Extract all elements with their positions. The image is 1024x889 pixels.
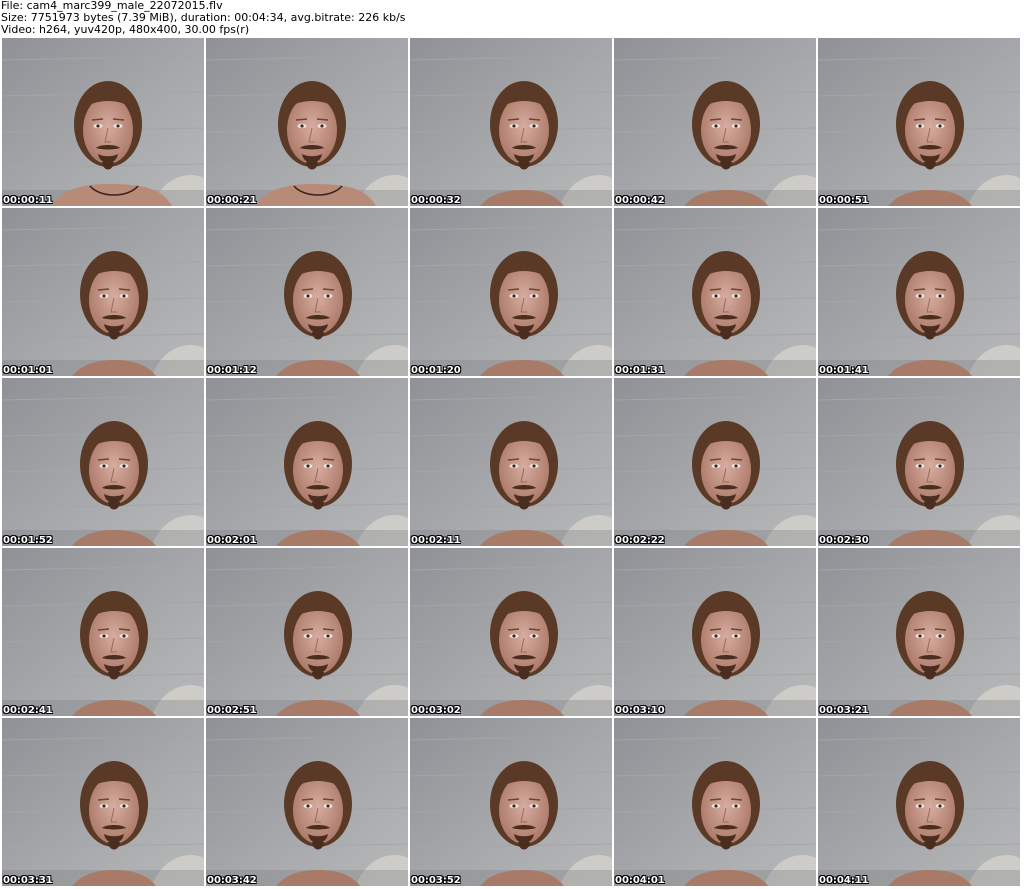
video-frame-image: [410, 38, 612, 206]
thumbnail-frame: 00:02:30: [818, 378, 1020, 546]
thumbnail-frame: 00:02:22: [614, 378, 816, 546]
thumbnail-timestamp: 00:02:41: [3, 705, 53, 716]
video-frame-image: [2, 548, 204, 716]
thumbnail-frame: 00:03:52: [410, 718, 612, 886]
thumbnail-frame: 00:01:31: [614, 208, 816, 376]
thumbnail-timestamp: 00:02:51: [207, 705, 257, 716]
thumbnail-timestamp: 00:03:10: [615, 705, 665, 716]
thumbnail-frame: 00:03:42: [206, 718, 408, 886]
thumbnail-frame: 00:00:32: [410, 38, 612, 206]
thumbnail-timestamp: 00:00:42: [615, 195, 665, 206]
thumbnail-timestamp: 00:02:01: [207, 535, 257, 546]
video-frame-image: [614, 378, 816, 546]
thumbnail-frame: 00:04:01: [614, 718, 816, 886]
thumbnail-timestamp: 00:01:52: [3, 535, 53, 546]
thumbnail-timestamp: 00:03:21: [819, 705, 869, 716]
video-frame-image: [2, 718, 204, 886]
video-frame-image: [614, 718, 816, 886]
video-frame-image: [410, 378, 612, 546]
video-frame-image: [206, 548, 408, 716]
thumbnail-frame: 00:02:01: [206, 378, 408, 546]
thumbnail-frame: 00:01:12: [206, 208, 408, 376]
video-frame-image: [410, 548, 612, 716]
thumbnail-timestamp: 00:00:32: [411, 195, 461, 206]
thumbnail-frame: 00:00:11: [2, 38, 204, 206]
thumbnail-frame: 00:03:10: [614, 548, 816, 716]
video-frame-image: [2, 208, 204, 376]
thumbnail-frame: 00:01:01: [2, 208, 204, 376]
video-info-line: Video: h264, yuv420p, 480x400, 30.00 fps…: [1, 23, 250, 36]
thumbnail-frame: 00:03:02: [410, 548, 612, 716]
file-info-header: File: cam4_marc399_male_22072015.flv Siz…: [0, 0, 1024, 38]
video-frame-image: [818, 378, 1020, 546]
thumbnail-timestamp: 00:04:01: [615, 875, 665, 886]
thumbnail-frame: 00:03:31: [2, 718, 204, 886]
thumbnail-grid: 00:00:11 00:00:21 00:00:32 00:00:42 00:0…: [0, 38, 1024, 889]
thumbnail-frame: 00:03:21: [818, 548, 1020, 716]
thumbnail-timestamp: 00:01:20: [411, 365, 461, 376]
video-frame-image: [614, 548, 816, 716]
thumbnail-timestamp: 00:01:31: [615, 365, 665, 376]
thumbnail-timestamp: 00:01:01: [3, 365, 53, 376]
video-frame-image: [206, 718, 408, 886]
thumbnail-timestamp: 00:00:21: [207, 195, 257, 206]
video-frame-image: [2, 38, 204, 206]
thumbnail-timestamp: 00:03:52: [411, 875, 461, 886]
thumbnail-timestamp: 00:01:41: [819, 365, 869, 376]
video-frame-image: [614, 38, 816, 206]
thumbnail-frame: 00:01:52: [2, 378, 204, 546]
video-frame-image: [614, 208, 816, 376]
thumbnail-timestamp: 00:02:11: [411, 535, 461, 546]
thumbnail-frame: 00:01:20: [410, 208, 612, 376]
thumbnail-timestamp: 00:03:02: [411, 705, 461, 716]
video-frame-image: [206, 38, 408, 206]
thumbnail-timestamp: 00:02:22: [615, 535, 665, 546]
thumbnail-frame: 00:04:11: [818, 718, 1020, 886]
thumbnail-frame: 00:00:21: [206, 38, 408, 206]
video-frame-image: [818, 208, 1020, 376]
thumbnail-timestamp: 00:03:31: [3, 875, 53, 886]
thumbnail-timestamp: 00:02:30: [819, 535, 869, 546]
video-frame-image: [206, 208, 408, 376]
thumbnail-frame: 00:02:41: [2, 548, 204, 716]
video-frame-image: [410, 718, 612, 886]
video-frame-image: [818, 38, 1020, 206]
video-frame-image: [410, 208, 612, 376]
thumbnail-timestamp: 00:01:12: [207, 365, 257, 376]
video-frame-image: [206, 378, 408, 546]
thumbnail-frame: 00:00:51: [818, 38, 1020, 206]
thumbnail-timestamp: 00:04:11: [819, 875, 869, 886]
thumbnail-frame: 00:00:42: [614, 38, 816, 206]
thumbnail-frame: 00:02:51: [206, 548, 408, 716]
thumbnail-frame: 00:01:41: [818, 208, 1020, 376]
video-frame-image: [2, 378, 204, 546]
video-frame-image: [818, 548, 1020, 716]
thumbnail-timestamp: 00:03:42: [207, 875, 257, 886]
thumbnail-frame: 00:02:11: [410, 378, 612, 546]
thumbnail-timestamp: 00:00:51: [819, 195, 869, 206]
thumbnail-timestamp: 00:00:11: [3, 195, 53, 206]
video-frame-image: [818, 718, 1020, 886]
